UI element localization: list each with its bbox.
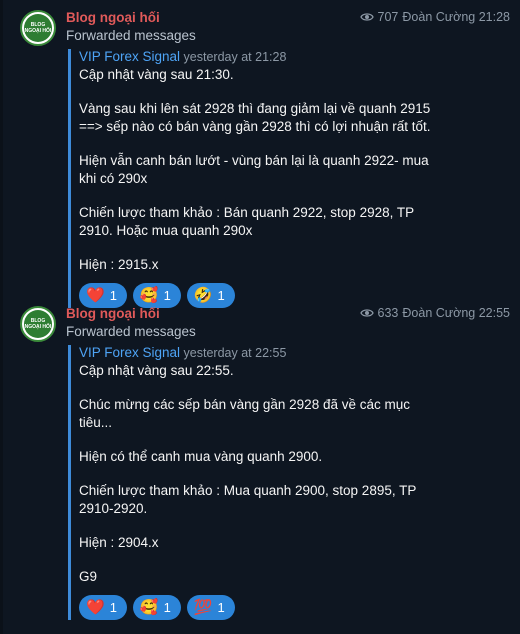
heart-icon: ❤️ bbox=[86, 286, 105, 304]
reaction-hundred[interactable]: 💯 1 bbox=[186, 595, 235, 620]
reactions: ❤️ 1 🥰 1 🤣 1 bbox=[79, 283, 498, 308]
channel-name[interactable]: VIP Forex Signal bbox=[79, 49, 180, 64]
reaction-count: 1 bbox=[109, 288, 117, 303]
channel-avatar[interactable]: BLOG NGOẠI HỐI bbox=[20, 10, 56, 46]
body-line: Chiến lược tham khảo : Mua quanh 2900, s… bbox=[79, 483, 417, 498]
reaction-count: 1 bbox=[163, 600, 171, 615]
view-count: 707 bbox=[377, 10, 399, 24]
body-line: Cập nhật vàng sau 22:55. bbox=[79, 363, 234, 378]
eye-icon bbox=[359, 13, 374, 21]
reaction-count: 1 bbox=[217, 600, 225, 615]
forwarded-label: Forwarded messages bbox=[66, 28, 196, 43]
forwarded-quote: VIP Forex Signal yesterday at 21:28 Cập … bbox=[68, 49, 498, 308]
body-line: 2910-2920. bbox=[79, 501, 148, 516]
message-body: Cập nhật vàng sau 21:30. Vàng sau khi lê… bbox=[79, 66, 498, 274]
avatar-text-2: NGOẠI HỐI bbox=[24, 28, 52, 34]
reaction-smiling-hearts[interactable]: 🥰 1 bbox=[132, 595, 181, 620]
body-line: Hiện có thể canh mua vàng quanh 2900. bbox=[79, 449, 323, 464]
smiling-face-hearts-icon: 🥰 bbox=[139, 598, 159, 616]
rofl-icon: 🤣 bbox=[193, 286, 213, 304]
reaction-count: 1 bbox=[109, 600, 117, 615]
body-line: 2910. Hoặc mua quanh 290x bbox=[79, 223, 253, 238]
view-count: 633 bbox=[377, 306, 399, 320]
forwarded-label: Forwarded messages bbox=[66, 324, 196, 339]
sender-name[interactable]: Blog ngoại hối bbox=[66, 10, 160, 25]
channel-avatar[interactable]: BLOG NGOẠI HỐI bbox=[20, 306, 56, 342]
hundred-points-icon: 💯 bbox=[193, 598, 213, 616]
reaction-smiling-hearts[interactable]: 🥰 1 bbox=[132, 283, 181, 308]
forwarded-quote: VIP Forex Signal yesterday at 22:55 Cập … bbox=[68, 345, 498, 620]
message-meta: 633 Đoàn Cường 22:55 bbox=[359, 306, 510, 320]
smiling-face-hearts-icon: 🥰 bbox=[139, 286, 159, 304]
reaction-rofl[interactable]: 🤣 1 bbox=[186, 283, 235, 308]
heart-icon: ❤️ bbox=[86, 598, 105, 616]
reaction-count: 1 bbox=[163, 288, 171, 303]
eye-icon bbox=[359, 309, 374, 317]
reaction-heart[interactable]: ❤️ 1 bbox=[79, 283, 127, 308]
body-line: Cập nhật vàng sau 21:30. bbox=[79, 67, 234, 82]
body-line: Vàng sau khi lên sát 2928 thì đang giảm … bbox=[79, 101, 431, 116]
channel-name[interactable]: VIP Forex Signal bbox=[79, 345, 180, 360]
reactions: ❤️ 1 🥰 1 💯 1 bbox=[79, 595, 498, 620]
message-meta: 707 Đoàn Cường 21:28 bbox=[359, 10, 510, 24]
body-line: ==> sếp nào có bán vàng gần 2928 thì có … bbox=[79, 119, 431, 134]
body-line: Hiện : 2915.x bbox=[79, 257, 159, 272]
body-line: Hiện : 2904.x bbox=[79, 535, 159, 550]
sender-name[interactable]: Blog ngoại hối bbox=[66, 306, 160, 321]
body-line: Chiến lược tham khảo : Bán quanh 2922, s… bbox=[79, 205, 415, 220]
author-time: Đoàn Cường 22:55 bbox=[402, 306, 510, 320]
reaction-count: 1 bbox=[217, 288, 225, 303]
channel-time: yesterday at 21:28 bbox=[183, 50, 287, 64]
body-line: tiêu... bbox=[79, 415, 113, 430]
reaction-heart[interactable]: ❤️ 1 bbox=[79, 595, 127, 620]
body-line: Hiện vẫn canh bán lướt - vùng bán lại là… bbox=[79, 153, 429, 168]
message-body: Cập nhật vàng sau 22:55. Chúc mừng các s… bbox=[79, 362, 498, 586]
channel-time: yesterday at 22:55 bbox=[183, 346, 287, 360]
avatar-text-2: NGOẠI HỐI bbox=[24, 324, 52, 330]
author-time: Đoàn Cường 21:28 bbox=[402, 10, 510, 24]
body-line: khi có 290x bbox=[79, 171, 148, 186]
body-line: Chúc mừng các sếp bán vàng gần 2928 đã v… bbox=[79, 397, 410, 412]
body-line: G9 bbox=[79, 569, 98, 584]
chat-left-edge bbox=[0, 0, 3, 634]
